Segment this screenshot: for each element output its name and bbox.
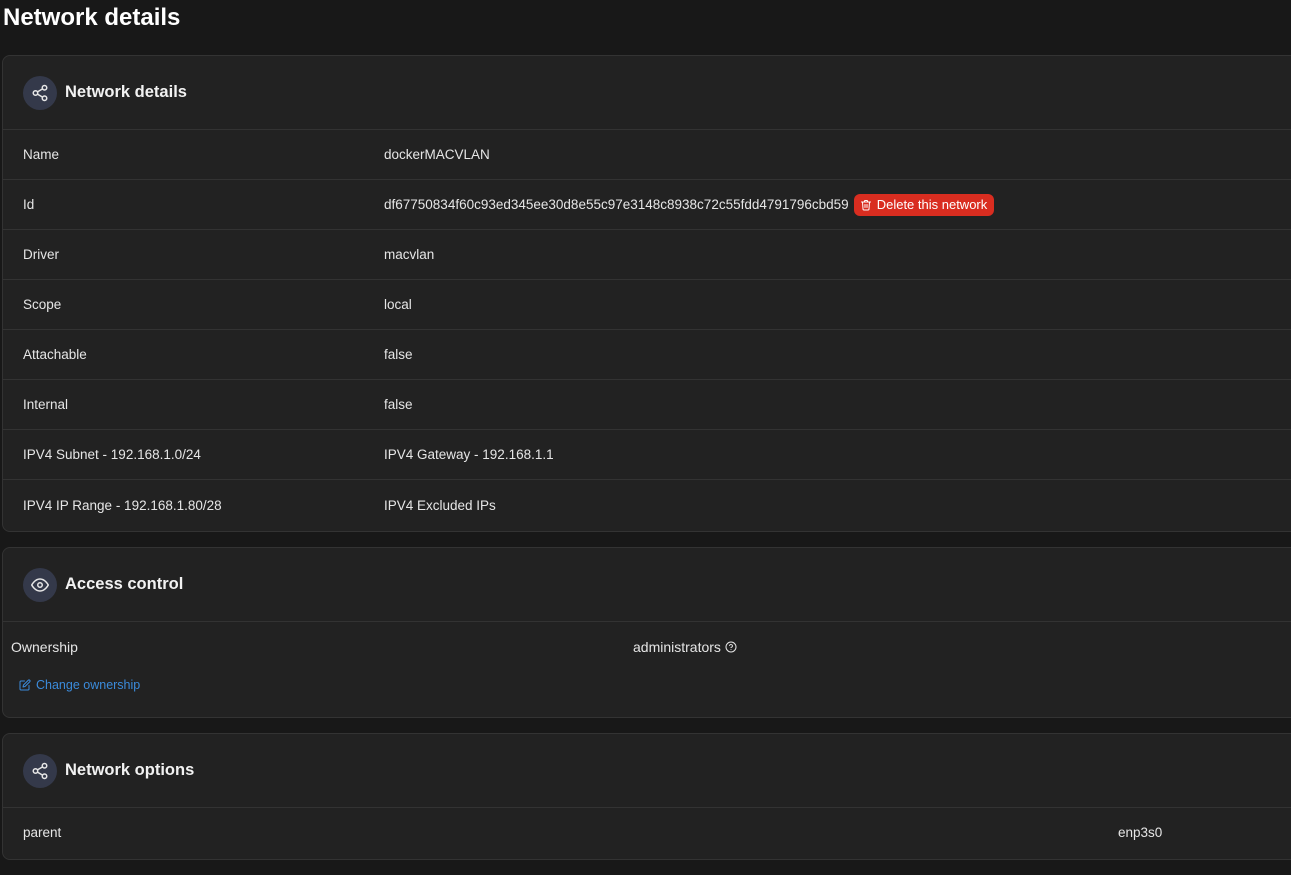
detail-value: IPV4 Gateway - 192.168.1.1 xyxy=(384,447,554,462)
detail-row-ip-range: IPV4 IP Range - 192.168.1.80/28 IPV4 Exc… xyxy=(3,480,1291,530)
change-ownership-link[interactable]: Change ownership xyxy=(19,678,140,692)
detail-row-id: Id df67750834f60c93ed345ee30d8e55c97e314… xyxy=(3,180,1291,230)
detail-key: IPV4 IP Range - 192.168.1.80/28 xyxy=(23,497,222,513)
card-title: Network details xyxy=(65,83,187,101)
ownership-value-wrapper: administrators xyxy=(633,639,737,655)
detail-value: macvlan xyxy=(384,247,435,262)
detail-value: local xyxy=(384,297,412,312)
detail-key: Id xyxy=(23,197,35,212)
ownership-value: administrators xyxy=(633,639,721,655)
card-title: Access control xyxy=(65,575,184,593)
option-value: enp3s0 xyxy=(1118,825,1163,840)
delete-network-label: Delete this network xyxy=(876,197,988,212)
option-row-parent: parent enp3s0 xyxy=(3,808,1291,858)
ownership-row: Ownership administrators Change ownershi… xyxy=(3,622,1291,716)
share-icon xyxy=(23,75,57,110)
page-title: Network details xyxy=(3,4,181,31)
share-icon xyxy=(23,753,57,788)
detail-value: false xyxy=(384,347,413,362)
detail-key: Name xyxy=(23,147,60,162)
detail-row-driver: Driver macvlan xyxy=(3,230,1291,280)
edit-icon xyxy=(19,679,31,691)
detail-key: IPV4 Subnet - 192.168.1.0/24 xyxy=(23,447,201,462)
detail-key: Internal xyxy=(23,397,69,412)
detail-row-scope: Scope local xyxy=(3,280,1291,330)
access-control-card: Access control Ownership administrators … xyxy=(2,547,1291,718)
eye-icon xyxy=(23,567,57,602)
detail-key: Scope xyxy=(23,297,62,312)
detail-value-wrapper: df67750834f60c93ed345ee30d8e55c97e3148c8… xyxy=(384,193,995,216)
detail-value: IPV4 Excluded IPs xyxy=(384,497,496,513)
detail-value: false xyxy=(384,397,413,412)
detail-row-subnet: IPV4 Subnet - 192.168.1.0/24 IPV4 Gatewa… xyxy=(3,430,1291,480)
card-title: Network options xyxy=(65,761,195,779)
detail-row-internal: Internal false xyxy=(3,380,1291,430)
detail-key: Driver xyxy=(23,247,59,262)
card-header: Network options xyxy=(3,734,1291,808)
trash-icon xyxy=(860,199,871,210)
detail-row-name: Name dockerMACVLAN xyxy=(3,130,1291,180)
card-header: Access control xyxy=(3,548,1291,622)
detail-value: dockerMACVLAN xyxy=(384,147,490,162)
option-key: parent xyxy=(23,825,62,840)
ownership-label: Ownership xyxy=(11,639,78,655)
change-ownership-label: Change ownership xyxy=(36,678,141,692)
detail-value: df67750834f60c93ed345ee30d8e55c97e3148c8… xyxy=(384,197,849,212)
detail-row-attachable: Attachable false xyxy=(3,330,1291,380)
detail-key: Attachable xyxy=(23,347,87,362)
network-details-card: Network details Name dockerMACVLAN Id df… xyxy=(2,55,1291,532)
help-circle-icon[interactable] xyxy=(725,641,737,653)
network-options-card: Network options parent enp3s0 xyxy=(2,733,1291,860)
card-header: Network details xyxy=(3,56,1291,130)
delete-network-button[interactable]: Delete this network xyxy=(853,193,995,216)
